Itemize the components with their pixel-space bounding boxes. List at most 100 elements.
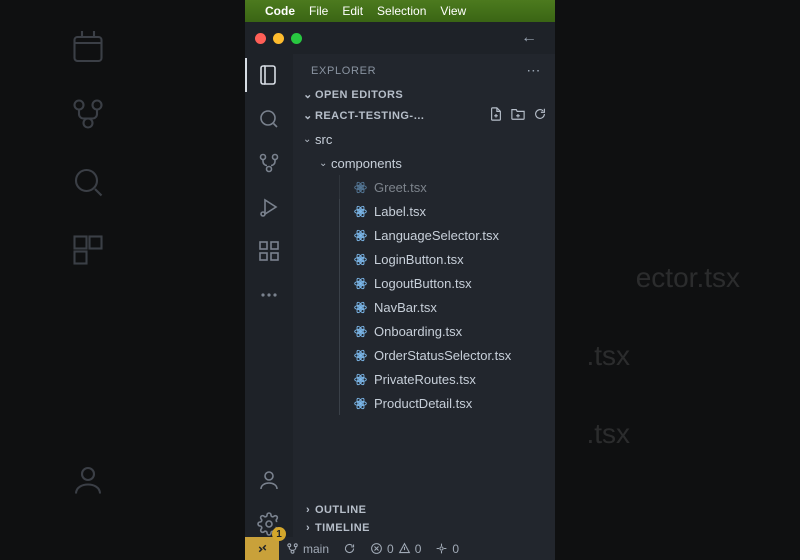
editor-body: 1 EXPLORER ⋯ ⌄ OPEN EDITORS ⌄ REACT-TEST… (245, 54, 555, 537)
file-label: OrderStatusSelector.tsx (374, 348, 511, 363)
indent-guide (339, 319, 340, 343)
react-file-icon (352, 347, 368, 363)
file-row[interactable]: PrivateRoutes.tsx (293, 367, 555, 391)
file-label: Greet.tsx (374, 180, 427, 195)
react-file-icon (352, 371, 368, 387)
activity-extensions-icon[interactable] (256, 238, 282, 264)
branch-name: main (303, 542, 329, 556)
menubar-app-name[interactable]: Code (265, 4, 295, 18)
chevron-down-icon: ⌄ (319, 158, 331, 169)
activity-overflow-icon[interactable] (256, 282, 282, 308)
minimize-window-button[interactable] (273, 33, 284, 44)
indent-guide (339, 343, 340, 367)
error-count: 0 (387, 542, 394, 556)
section-workspace[interactable]: ⌄ REACT-TESTING-… (293, 104, 555, 127)
section-outline[interactable]: › OUTLINE (293, 501, 555, 519)
macos-menubar: Code File Edit Selection View (245, 0, 555, 22)
react-file-icon (352, 179, 368, 195)
file-label: Onboarding.tsx (374, 324, 462, 339)
new-file-icon[interactable] (489, 107, 503, 124)
explorer-title: EXPLORER ⋯ (293, 54, 555, 85)
chevron-right-icon: › (301, 522, 315, 534)
file-row[interactable]: Greet.tsx (293, 175, 555, 199)
shadow-text: ector.tsx (636, 262, 740, 294)
react-file-icon (352, 227, 368, 243)
file-row[interactable]: Label.tsx (293, 199, 555, 223)
folder-label: src (315, 132, 332, 147)
react-file-icon (352, 395, 368, 411)
react-file-icon (352, 203, 368, 219)
section-open-editors[interactable]: ⌄ OPEN EDITORS (293, 85, 555, 104)
file-tree: ⌄ src ⌄ components Greet.tsx Label.tsx Lan… (293, 127, 555, 501)
warning-count: 0 (415, 542, 422, 556)
shadow-text: .tsx (586, 340, 630, 372)
menubar-item-view[interactable]: View (440, 4, 466, 18)
section-label: TIMELINE (315, 522, 370, 534)
settings-badge-count: 1 (272, 527, 286, 541)
status-bar: main 0 0 0 (245, 537, 555, 560)
react-file-icon (352, 299, 368, 315)
activity-accounts-icon[interactable] (256, 467, 282, 493)
indent-guide (339, 223, 340, 247)
navigate-back-icon[interactable]: ← (519, 29, 539, 47)
section-label: OUTLINE (315, 504, 366, 516)
file-label: ProductDetail.tsx (374, 396, 472, 411)
file-label: LogoutButton.tsx (374, 276, 472, 291)
file-row[interactable]: LogoutButton.tsx (293, 271, 555, 295)
ports-count: 0 (452, 542, 459, 556)
menubar-item-file[interactable]: File (309, 4, 328, 18)
remote-indicator[interactable] (245, 537, 279, 560)
indent-guide (339, 247, 340, 271)
react-file-icon (352, 251, 368, 267)
status-branch[interactable]: main (279, 537, 336, 560)
background-left (0, 0, 245, 560)
file-label: LoginButton.tsx (374, 252, 464, 267)
section-label: REACT-TESTING-… (315, 110, 425, 122)
chevron-down-icon: ⌄ (301, 109, 315, 122)
folder-label: components (331, 156, 402, 171)
menubar-item-selection[interactable]: Selection (377, 4, 426, 18)
file-row[interactable]: OrderStatusSelector.tsx (293, 343, 555, 367)
activity-run-debug-icon[interactable] (256, 194, 282, 220)
indent-guide (339, 271, 340, 295)
indent-guide (339, 391, 340, 415)
file-row[interactable]: Onboarding.tsx (293, 319, 555, 343)
section-timeline[interactable]: › TIMELINE (293, 519, 555, 537)
explorer-more-icon[interactable]: ⋯ (526, 62, 541, 79)
file-label: Label.tsx (374, 204, 426, 219)
file-label: LanguageSelector.tsx (374, 228, 499, 243)
file-label: NavBar.tsx (374, 300, 437, 315)
file-row[interactable]: LanguageSelector.tsx (293, 223, 555, 247)
explorer-sidebar: EXPLORER ⋯ ⌄ OPEN EDITORS ⌄ REACT-TESTIN… (293, 54, 555, 537)
refresh-icon[interactable] (533, 107, 547, 124)
new-folder-icon[interactable] (511, 107, 525, 124)
status-sync[interactable] (336, 537, 363, 560)
file-row[interactable]: LoginButton.tsx (293, 247, 555, 271)
background-activity-ghost (58, 28, 118, 498)
close-window-button[interactable] (255, 33, 266, 44)
indent-guide (339, 295, 340, 319)
window-controls (255, 33, 302, 44)
status-ports[interactable]: 0 (428, 537, 466, 560)
activity-source-control-icon[interactable] (256, 150, 282, 176)
chevron-right-icon: › (301, 504, 315, 516)
activity-explorer-icon[interactable] (256, 62, 282, 88)
menubar-item-edit[interactable]: Edit (342, 4, 363, 18)
activity-search-icon[interactable] (256, 106, 282, 132)
indent-guide (339, 199, 340, 223)
workspace-tools (489, 107, 547, 124)
status-problems[interactable]: 0 0 (363, 537, 428, 560)
zoom-window-button[interactable] (291, 33, 302, 44)
file-row[interactable]: NavBar.tsx (293, 295, 555, 319)
folder-src[interactable]: ⌄ src (293, 127, 555, 151)
file-row[interactable]: ProductDetail.tsx (293, 391, 555, 415)
indent-guide (339, 175, 340, 199)
activity-settings-icon[interactable]: 1 (256, 511, 282, 537)
vscode-window: ← (245, 22, 555, 560)
shadow-text: .tsx (586, 418, 630, 450)
indent-guide (339, 367, 340, 391)
react-file-icon (352, 275, 368, 291)
folder-components[interactable]: ⌄ components (293, 151, 555, 175)
activity-bar: 1 (245, 54, 293, 537)
file-label: PrivateRoutes.tsx (374, 372, 476, 387)
